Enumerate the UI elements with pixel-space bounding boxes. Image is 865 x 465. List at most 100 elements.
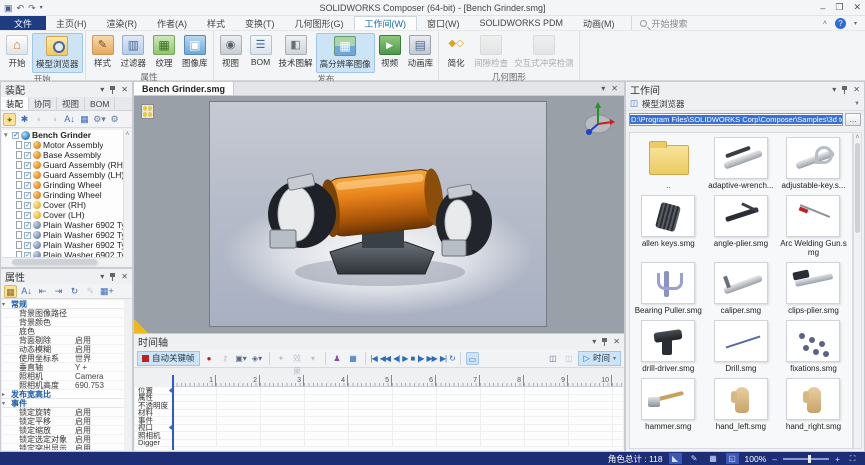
skip-start-icon[interactable]: |◀: [371, 354, 378, 363]
rewind-icon[interactable]: ◀◀: [380, 354, 391, 363]
tree-item[interactable]: Plain Washer 6902 Type Al: [2, 230, 123, 240]
ribbon-button[interactable]: 过滤器: [118, 33, 150, 71]
collapse-ribbon-icon[interactable]: ˄: [823, 20, 827, 27]
track-lane[interactable]: [172, 394, 623, 401]
axis-triad[interactable]: [582, 100, 616, 138]
ribbon-button[interactable]: 纹理: [149, 33, 179, 71]
timeline-track-row[interactable]: 不透明度 ◆: [135, 401, 623, 410]
delete-key-icon[interactable]: ⚷: [219, 352, 232, 365]
time-grid-icon[interactable]: ▦: [347, 352, 360, 365]
viewport-grid-icon[interactable]: [141, 104, 154, 119]
file-item[interactable]: hand_left.smg: [705, 378, 778, 431]
zoom-range-icon[interactable]: ◫: [546, 352, 559, 365]
step-forward-icon[interactable]: |▶: [417, 354, 424, 363]
path-combobox[interactable]: D:\Program Files\SOLIDWORKS Corp\Compose…: [629, 112, 843, 126]
property-value[interactable]: Camera ▼: [67, 372, 124, 381]
panel-menu-icon[interactable]: ▾: [592, 337, 596, 346]
undo-icon[interactable]: ↶: [17, 1, 25, 15]
track-lane[interactable]: [172, 387, 623, 394]
ribbon-tab[interactable]: 工作间(W): [353, 16, 418, 30]
file-item[interactable]: clips-plier.smg: [777, 262, 850, 315]
ribbon-button[interactable]: 开始: [2, 33, 32, 73]
tab-list-icon[interactable]: ▾: [601, 84, 605, 93]
browse-button[interactable]: ...: [845, 112, 861, 126]
viewport[interactable]: [133, 96, 625, 333]
ribbon-button[interactable]: BOM: [246, 33, 276, 73]
tree-checkbox[interactable]: [24, 161, 31, 169]
reset-icon[interactable]: ↻: [68, 285, 81, 298]
category-expander-icon[interactable]: [2, 400, 9, 407]
file-item[interactable]: hand_right.smg: [777, 378, 850, 431]
ribbon-tab[interactable]: 动画(M): [573, 16, 625, 30]
sort-az-icon[interactable]: A↓: [20, 285, 33, 298]
tree-root-item[interactable]: ▾ Bench Grinder: [2, 130, 123, 140]
file-item[interactable]: allen keys.smg: [632, 195, 705, 257]
save-icon[interactable]: ▣: [4, 1, 13, 15]
tree-item[interactable]: Guard Assembly (RH): [2, 160, 123, 170]
assembly-tab[interactable]: 视图: [57, 97, 86, 110]
track-lane[interactable]: [172, 424, 623, 431]
file-item[interactable]: adjustable-key.s...: [777, 137, 850, 190]
timeline-track-row[interactable]: 照相机 ◆: [135, 431, 623, 440]
panel-close-icon[interactable]: ✕: [613, 337, 620, 346]
position-key-icon[interactable]: ▣▾: [235, 352, 248, 365]
ribbon-button[interactable]: 模型浏览器: [32, 33, 83, 73]
timeline-track-row[interactable]: Digger ◆: [135, 438, 623, 447]
expander-icon[interactable]: ▾: [4, 131, 10, 139]
file-item[interactable]: caliper.smg: [705, 262, 778, 315]
actor-clock-icon[interactable]: ♟: [331, 352, 344, 365]
zoom-slider-thumb[interactable]: [808, 454, 812, 463]
screen-mode-icon[interactable]: ◱: [725, 453, 739, 464]
tree-checkbox[interactable]: [24, 151, 31, 159]
ribbon-button[interactable]: 样式: [88, 33, 118, 71]
tree-checkbox[interactable]: [24, 231, 31, 239]
loop-icon[interactable]: ↻: [449, 354, 456, 363]
panel-menu-icon[interactable]: ▾: [100, 85, 104, 94]
grid-mode-icon[interactable]: ▦: [707, 453, 720, 464]
tree-item[interactable]: Motor Assembly: [2, 140, 123, 150]
ribbon-button[interactable]: 视频: [375, 33, 405, 73]
qat-dropdown-icon[interactable]: ▾: [40, 1, 43, 15]
tree-item[interactable]: Plain Washer 6902 Type Al: [2, 220, 123, 230]
pin-icon[interactable]: [601, 337, 608, 346]
step-back-icon[interactable]: ◀|: [393, 354, 400, 363]
auto-keyframe-button[interactable]: 自动关键帧: [137, 350, 200, 366]
tree-item[interactable]: Plain Washer 6902 Type Al: [2, 250, 123, 257]
file-item[interactable]: ..: [632, 137, 705, 190]
search-box[interactable]: 开始搜索: [630, 16, 761, 30]
ribbon-tab[interactable]: 主页(H): [46, 16, 97, 30]
file-item[interactable]: Arc Welding Gun.smg: [777, 195, 850, 257]
ribbon-button[interactable]: 简化: [441, 33, 471, 71]
tree-item[interactable]: Cover (RH): [2, 200, 123, 210]
tree-checkbox[interactable]: [24, 171, 31, 179]
ribbon-tab[interactable]: 渲染(R): [97, 16, 148, 30]
panel-close-icon[interactable]: ✕: [121, 272, 128, 281]
effects-dropdown-icon[interactable]: ▾: [307, 352, 320, 365]
property-value[interactable]: Y + ▼: [67, 363, 124, 372]
file-item[interactable]: Drill.smg: [705, 320, 778, 373]
ribbon-button[interactable]: 交互式冲突检测: [511, 33, 577, 71]
paint-selection-icon[interactable]: ✦: [3, 112, 16, 126]
gear-icon[interactable]: ⚙: [108, 113, 121, 126]
ribbon-tab[interactable]: SOLIDWORKS PDM: [470, 16, 574, 30]
file-item[interactable]: hammer.smg: [632, 378, 705, 431]
grid-view-icon[interactable]: ▦: [4, 284, 17, 298]
ribbon-tab[interactable]: 窗口(W): [417, 16, 470, 30]
edit-icon[interactable]: ✎: [84, 285, 97, 298]
zoom-in-button[interactable]: +: [835, 454, 840, 464]
workshop-mode-selector[interactable]: ◫ 模型浏览器 ▼: [626, 97, 864, 111]
pin-icon[interactable]: [109, 85, 116, 94]
ribbon-button[interactable]: 间隙检查: [471, 33, 511, 71]
help-icon[interactable]: ?: [834, 17, 846, 29]
tree-item[interactable]: Grinding Wheel: [2, 180, 123, 190]
assembly-tab[interactable]: 装配: [1, 97, 30, 110]
panel-menu-icon[interactable]: ▾: [100, 272, 104, 281]
file-grid-scrollbar[interactable]: ∧: [853, 132, 862, 449]
tree-checkbox[interactable]: [12, 131, 19, 139]
zoom-out-button[interactable]: –: [772, 454, 777, 464]
assembly-tab[interactable]: BOM: [85, 97, 116, 110]
time-mode-button[interactable]: ▷ 时间 ▾: [578, 350, 621, 366]
effects-icon[interactable]: ✦: [275, 352, 288, 365]
file-item[interactable]: drill-driver.smg: [632, 320, 705, 373]
select-cursor-icon[interactable]: ◣: [668, 453, 682, 464]
